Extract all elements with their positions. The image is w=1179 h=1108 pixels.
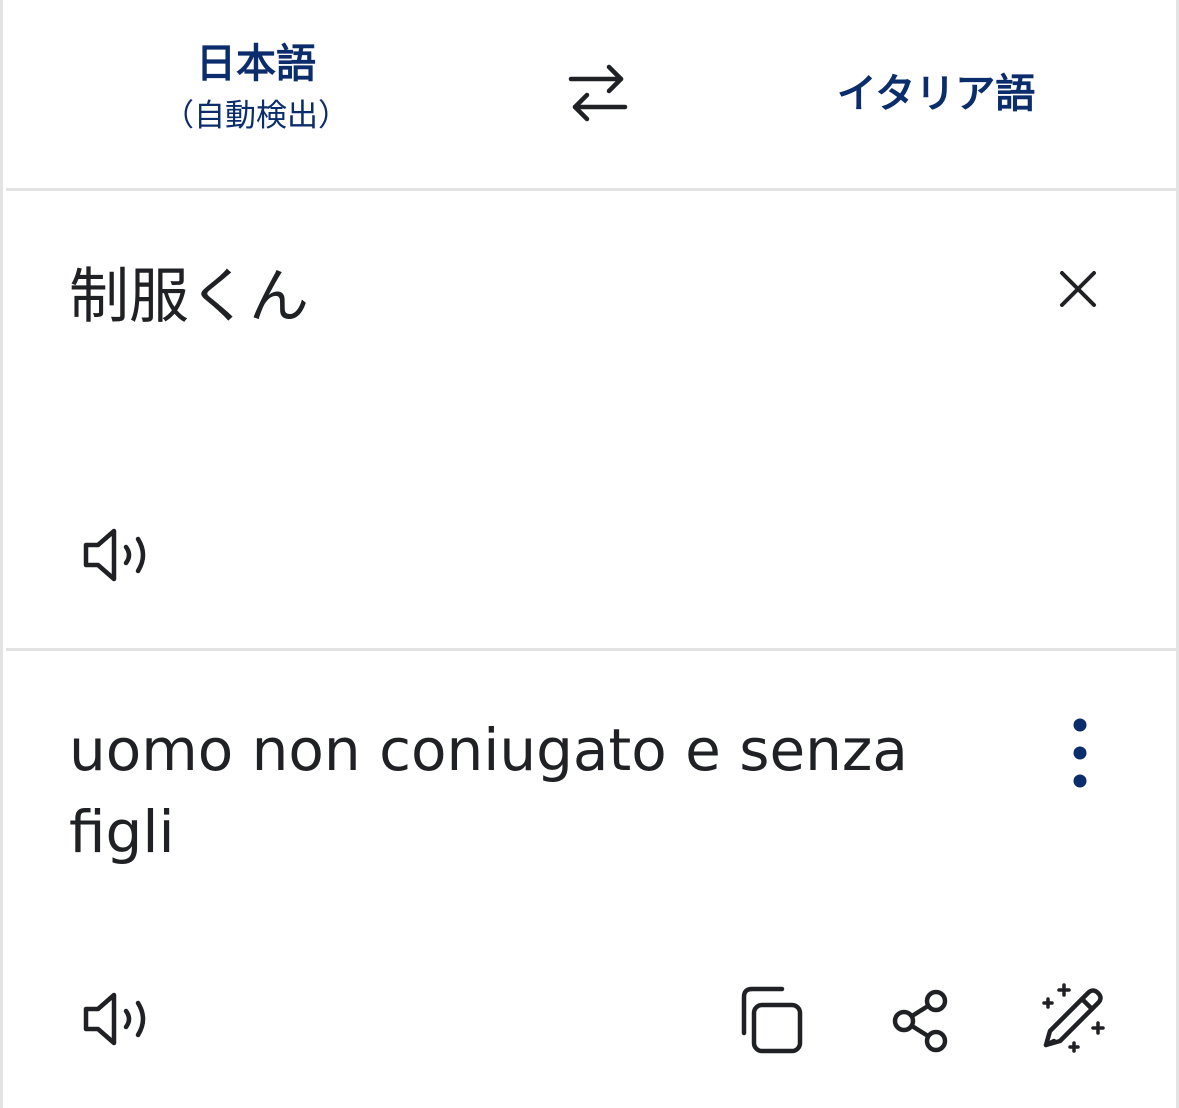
refine-translation-button[interactable] (1032, 979, 1112, 1059)
translation-output: uomo non coniugato e senza figli (69, 716, 908, 866)
more-vertical-icon (1073, 718, 1087, 788)
target-panel: uomo non coniugato e senza figli (6, 651, 1179, 1108)
source-panel: 制服くん (6, 191, 1179, 651)
target-language-label: イタリア語 (836, 71, 1036, 117)
swap-languages-button[interactable] (561, 58, 635, 128)
copy-icon (741, 986, 803, 1054)
source-language-button[interactable]: 日本語 （自動検出） (126, 36, 386, 140)
source-language-label: 日本語 (196, 41, 316, 87)
speak-source-button[interactable] (78, 521, 158, 589)
auto-detect-label: （自動検出） (163, 98, 349, 134)
speaker-icon (83, 528, 146, 582)
share-icon (892, 989, 948, 1053)
magic-pen-icon (1042, 983, 1105, 1053)
more-options-button[interactable] (1060, 713, 1100, 793)
speak-translation-button[interactable] (78, 985, 158, 1053)
target-language-button[interactable]: イタリア語 (806, 64, 1066, 124)
clear-button[interactable] (1050, 261, 1106, 317)
swap-arrows-icon (568, 64, 628, 122)
source-text-input[interactable]: 制服くん (69, 255, 309, 339)
language-bar: 日本語 （自動検出） イタリア語 (6, 0, 1179, 191)
close-icon (1060, 271, 1096, 307)
share-button[interactable] (882, 983, 958, 1059)
speaker-icon (83, 992, 146, 1046)
app-frame: 日本語 （自動検出） イタリア語 制服くん uomo non coniugato… (0, 0, 1179, 1108)
copy-button[interactable] (730, 981, 810, 1061)
